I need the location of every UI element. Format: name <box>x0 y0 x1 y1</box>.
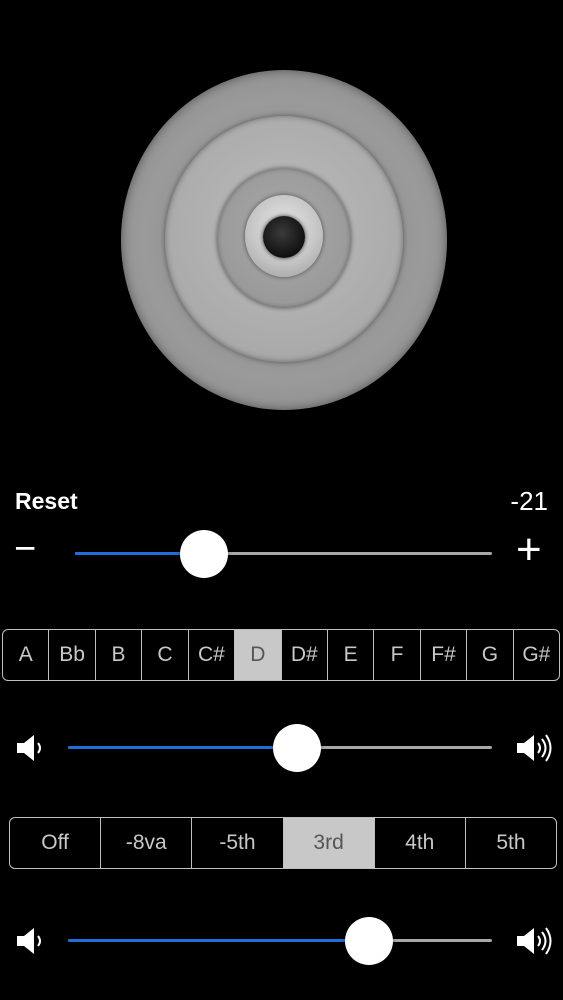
segment-notes-8[interactable]: F <box>373 630 419 680</box>
segment-notes-2[interactable]: B <box>94 630 141 680</box>
segment-harmony-2[interactable]: -5th <box>191 818 282 868</box>
segment-notes-7[interactable]: E <box>326 630 373 680</box>
slider-thumb[interactable] <box>345 917 394 965</box>
speaker-high-icon <box>517 927 552 955</box>
segment-harmony-4[interactable]: 4th <box>373 818 465 868</box>
disc-center-hole <box>263 216 305 258</box>
reset-button[interactable]: Reset <box>15 488 78 515</box>
speaker-high-icon <box>517 734 552 762</box>
segment-notes-5[interactable]: D <box>234 630 281 680</box>
transpose-slider[interactable] <box>75 530 492 578</box>
speaker-low-icon <box>17 735 41 761</box>
segment-harmony-3[interactable]: 3rd <box>282 818 374 868</box>
segment-notes-11[interactable]: G# <box>512 630 559 680</box>
segment-notes-4[interactable]: C# <box>187 630 234 680</box>
volume-slider-2[interactable] <box>68 917 492 965</box>
minus-button[interactable]: − <box>14 530 36 568</box>
transpose-value: -21 <box>510 486 548 516</box>
segment-harmony-5[interactable]: 5th <box>464 818 556 868</box>
volume-slider-1[interactable] <box>68 724 492 772</box>
segment-notes-10[interactable]: G <box>466 630 512 680</box>
segment-harmony-0[interactable]: Off <box>10 818 100 868</box>
segment-notes-3[interactable]: C <box>141 630 187 680</box>
plus-button[interactable]: + <box>516 528 542 572</box>
segment-notes-6[interactable]: D# <box>280 630 327 680</box>
segment-notes-0[interactable]: A <box>3 630 48 680</box>
harmony-selector[interactable]: Off -8va -5th 3rd 4th 5th <box>9 817 557 869</box>
note-selector[interactable]: A Bb B C C# D D# E F F# G G# <box>2 629 560 681</box>
segment-notes-1[interactable]: Bb <box>48 630 94 680</box>
slider-fill <box>68 746 297 749</box>
slider-thumb[interactable] <box>180 530 229 578</box>
disc-graphic[interactable] <box>121 70 447 410</box>
slider-fill <box>68 939 370 942</box>
segment-harmony-1[interactable]: -8va <box>100 818 191 868</box>
segment-notes-9[interactable]: F# <box>419 630 466 680</box>
slider-thumb[interactable] <box>272 724 321 772</box>
speaker-low-icon <box>17 928 41 954</box>
